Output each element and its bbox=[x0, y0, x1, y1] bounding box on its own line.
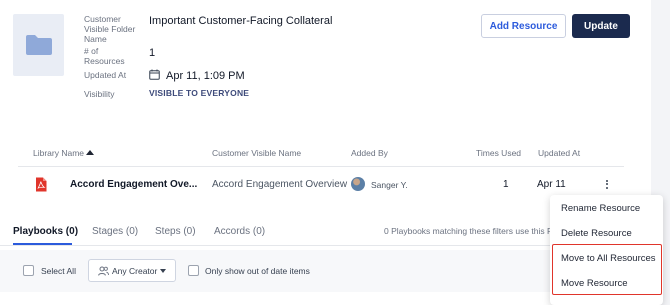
more-options-icon[interactable] bbox=[600, 177, 614, 191]
resource-count-value: 1 bbox=[149, 47, 156, 59]
row-updated-at: Apr 11 bbox=[537, 179, 566, 190]
tab-accords[interactable]: Accords (0) bbox=[214, 226, 265, 237]
sort-ascending-icon[interactable] bbox=[86, 150, 94, 155]
creator-filter-dropdown[interactable]: Any Creator bbox=[88, 259, 176, 282]
column-header-updated-at[interactable]: Updated At bbox=[538, 148, 580, 158]
folder-thumbnail bbox=[13, 14, 64, 76]
row-customer-visible-name: Accord Engagement Overview bbox=[212, 179, 348, 190]
calendar-icon bbox=[149, 69, 160, 80]
folder-name-value: Important Customer-Facing Collateral bbox=[149, 15, 333, 27]
column-header-added-by[interactable]: Added By bbox=[351, 148, 388, 158]
pdf-icon bbox=[36, 177, 47, 192]
folder-name-label: Customer Visible Folder Name bbox=[84, 14, 136, 44]
table-header-divider bbox=[18, 166, 624, 167]
visibility-value: VISIBLE TO EVERYONE bbox=[149, 88, 250, 98]
resource-count-label: # of Resources bbox=[84, 46, 125, 66]
add-resource-button[interactable]: Add Resource bbox=[481, 14, 566, 38]
visibility-label: Visibility bbox=[84, 89, 115, 99]
out-of-date-checkbox[interactable] bbox=[188, 265, 199, 276]
column-header-customer-visible-name[interactable]: Customer Visible Name bbox=[212, 148, 301, 158]
highlight-box bbox=[552, 244, 662, 295]
row-library-name[interactable]: Accord Engagement Ove... bbox=[70, 179, 197, 190]
column-header-library-name[interactable]: Library Name bbox=[33, 148, 84, 158]
tab-stages[interactable]: Stages (0) bbox=[92, 226, 138, 237]
people-icon bbox=[98, 266, 109, 276]
out-of-date-label[interactable]: Only show out of date items bbox=[205, 266, 310, 276]
creator-filter-value: Any Creator bbox=[112, 266, 158, 276]
folder-icon bbox=[26, 35, 52, 55]
row-times-used: 1 bbox=[503, 179, 509, 190]
chevron-down-icon bbox=[160, 269, 166, 273]
updated-at-label: Updated At bbox=[84, 70, 127, 80]
select-all-checkbox[interactable] bbox=[23, 265, 34, 276]
update-button[interactable]: Update bbox=[572, 14, 630, 38]
select-all-label[interactable]: Select All bbox=[41, 266, 76, 276]
avatar bbox=[351, 177, 365, 191]
row-added-by: Sanger Y. bbox=[371, 180, 408, 190]
tab-results-info: 0 Playbooks matching these filters use t… bbox=[384, 226, 550, 236]
menu-item-rename-resource[interactable]: Rename Resource bbox=[561, 203, 640, 214]
updated-at-value: Apr 11, 1:09 PM bbox=[166, 70, 245, 82]
column-header-times-used[interactable]: Times Used bbox=[476, 148, 521, 158]
tab-playbooks[interactable]: Playbooks (0) bbox=[13, 226, 78, 237]
tab-steps[interactable]: Steps (0) bbox=[155, 226, 196, 237]
menu-item-delete-resource[interactable]: Delete Resource bbox=[561, 228, 632, 239]
